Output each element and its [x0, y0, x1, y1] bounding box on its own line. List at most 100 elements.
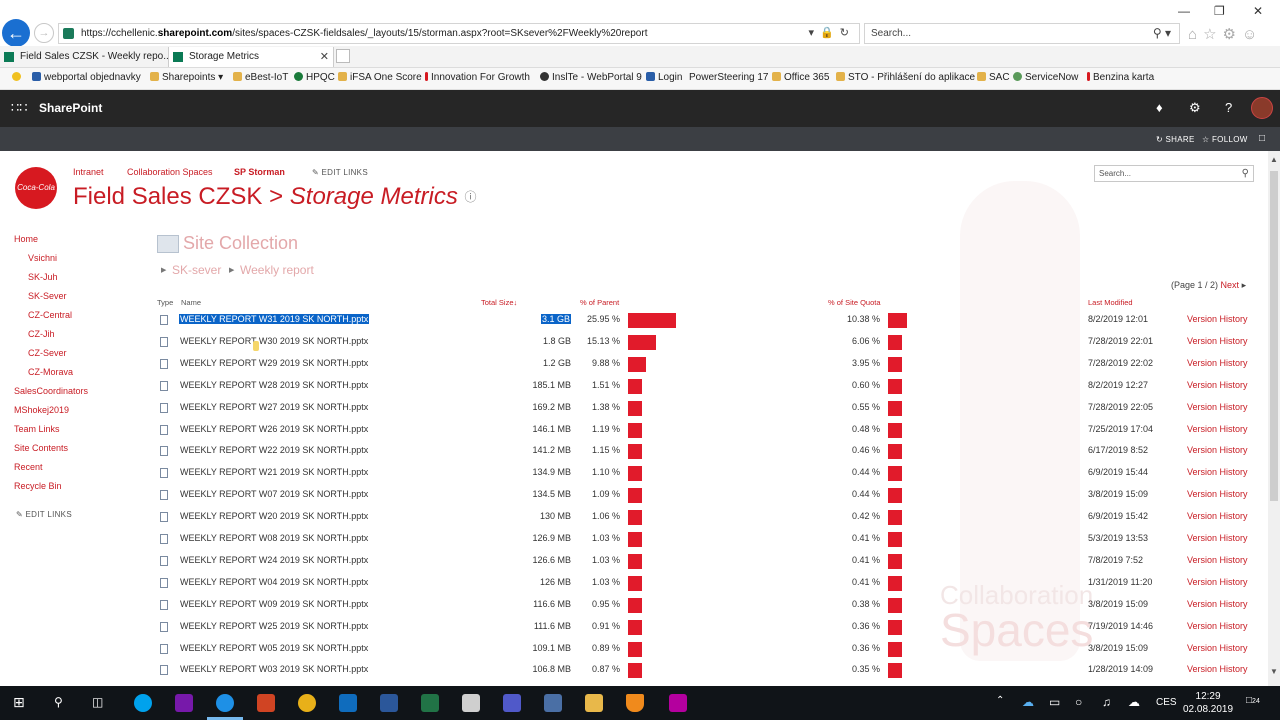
onedrive-icon[interactable]: ☁ [1022, 695, 1034, 709]
table-row[interactable]: WEEKLY REPORT W26 2019 SK NORTH.pptx 146.… [0, 420, 1268, 442]
table-row[interactable]: WEEKLY REPORT W04 2019 SK NORTH.pptx 126 … [0, 573, 1268, 595]
outlook-icon[interactable] [339, 694, 357, 712]
table-row[interactable]: WEEKLY REPORT W05 2019 SK NORTH.pptx 109.… [0, 639, 1268, 661]
table-row[interactable]: WEEKLY REPORT W28 2019 SK NORTH.pptx 185.… [0, 376, 1268, 398]
version-history-link[interactable]: Version History [1187, 555, 1248, 565]
taskbar-clock[interactable]: 12:29 02.08.2019 [1183, 690, 1233, 716]
favorite-link[interactable]: Office 365 [772, 72, 829, 83]
search-icon[interactable]: ⚲ [1242, 166, 1249, 181]
file-name[interactable]: WEEKLY REPORT W30 2019 SK NORTH.pptx [180, 336, 368, 346]
follow-button[interactable]: ☆ FOLLOW [1202, 135, 1248, 144]
table-row[interactable]: WEEKLY REPORT W29 2019 SK NORTH.pptx 1.2 … [0, 354, 1268, 376]
col-header-type[interactable]: Type [157, 298, 173, 307]
nav-sk-juh[interactable]: SK-Juh [28, 272, 58, 282]
breadcrumb-sk-sever[interactable]: SK-sever [172, 263, 221, 277]
skype-icon[interactable] [134, 694, 152, 712]
favorite-link[interactable]: HPQC [294, 72, 335, 83]
word-icon[interactable] [380, 694, 398, 712]
favorite-link[interactable]: InslTe - WebPortal 9 [540, 72, 642, 83]
version-history-link[interactable]: Version History [1187, 336, 1248, 346]
calculator-icon[interactable] [462, 694, 480, 712]
restore-icon[interactable]: ❐ [1214, 4, 1225, 18]
file-name[interactable]: WEEKLY REPORT W28 2019 SK NORTH.pptx [180, 380, 368, 390]
gear-icon[interactable]: ⚙ [1223, 26, 1242, 43]
topnav-collaboration-spaces[interactable]: Collaboration Spaces [127, 167, 213, 177]
file-name[interactable]: WEEKLY REPORT W21 2019 SK NORTH.pptx [180, 467, 368, 477]
info-icon[interactable]: ⓘ [465, 190, 477, 204]
favorite-link[interactable]: Sharepoints ▾ [150, 72, 223, 83]
version-history-link[interactable]: Version History [1187, 424, 1248, 434]
smiley-icon[interactable]: ☺ [1242, 26, 1263, 43]
breadcrumb-weekly-report[interactable]: Weekly report [240, 263, 314, 277]
back-button[interactable]: ← [2, 19, 30, 47]
favorite-link[interactable]: ServiceNow [1013, 72, 1078, 83]
version-history-link[interactable]: Version History [1187, 358, 1248, 368]
favorite-link[interactable]: Login [646, 72, 682, 83]
version-history-link[interactable]: Version History [1187, 467, 1248, 477]
file-name[interactable]: WEEKLY REPORT W04 2019 SK NORTH.pptx [180, 577, 368, 587]
share-button[interactable]: ↻ SHARE [1156, 135, 1195, 144]
site-logo[interactable]: Coca-Cola [15, 167, 57, 209]
file-explorer-icon[interactable] [585, 694, 603, 712]
input-language[interactable]: CES [1156, 697, 1177, 708]
nav-vsichni[interactable]: Vsichni [28, 253, 57, 263]
new-tab-button[interactable] [336, 49, 350, 63]
file-name[interactable]: WEEKLY REPORT W22 2019 SK NORTH.pptx [180, 445, 368, 455]
windows-start-icon[interactable]: ⊞ [13, 694, 25, 711]
table-row[interactable]: WEEKLY REPORT W30 2019 SK NORTH.pptx 1.8 … [0, 332, 1268, 354]
favorite-link[interactable]: iFSA One Score [338, 72, 422, 83]
favorite-link[interactable]: PowerSteering 17 [689, 72, 769, 83]
favorite-link[interactable]: Benzina karta [1087, 72, 1154, 83]
tray-chevron-icon[interactable]: ⌃ [996, 695, 1004, 706]
taskbar-search-icon[interactable]: ⚲ [54, 695, 63, 709]
file-name[interactable]: WEEKLY REPORT W05 2019 SK NORTH.pptx [180, 643, 368, 653]
lock-icon[interactable]: 🔒 [820, 27, 840, 39]
bell-icon[interactable]: ♦ [1156, 100, 1163, 115]
file-name[interactable]: WEEKLY REPORT W26 2019 SK NORTH.pptx [180, 424, 368, 434]
favorite-link[interactable]: STO - Přihlášení do aplikace [836, 72, 975, 83]
refresh-icon[interactable]: ↻ [840, 27, 855, 39]
teams-icon[interactable] [503, 694, 521, 712]
settings-gear-icon[interactable]: ⚙ [1189, 100, 1201, 116]
favorite-link[interactable]: Innovation For Growth [425, 72, 530, 83]
col-header-last-modified[interactable]: Last Modified [1088, 298, 1133, 307]
table-row[interactable]: WEEKLY REPORT W31 2019 SK NORTH.pptx 3.1 … [0, 310, 1268, 332]
version-history-link[interactable]: Version History [1187, 664, 1248, 674]
cloud-icon[interactable]: ☁ [1128, 695, 1140, 709]
tab-close-icon[interactable]: ✕ [320, 47, 329, 67]
table-row[interactable]: WEEKLY REPORT W27 2019 SK NORTH.pptx 169.… [0, 398, 1268, 420]
nav-sk-sever[interactable]: SK-Sever [28, 291, 67, 301]
version-history-link[interactable]: Version History [1187, 402, 1248, 412]
scroll-up-icon[interactable]: ▲ [1270, 155, 1278, 164]
task-view-icon[interactable]: ◫ [92, 695, 103, 709]
version-history-link[interactable]: Version History [1187, 511, 1248, 521]
battery-icon[interactable]: ▭ [1049, 695, 1060, 709]
col-header-pct-parent[interactable]: % of Parent [580, 298, 619, 307]
file-name[interactable]: WEEKLY REPORT W07 2019 SK NORTH.pptx [180, 489, 368, 499]
focus-icon[interactable]: □ [1259, 133, 1265, 144]
site-search-input[interactable]: Search... ⚲ [1094, 165, 1254, 182]
search-icon[interactable]: ⚲ ▾ [1153, 24, 1171, 43]
top-edit-links[interactable]: ✎ EDIT LINKS [312, 168, 368, 177]
next-arrow-icon[interactable]: ▸ [1242, 280, 1247, 290]
table-row[interactable]: WEEKLY REPORT W24 2019 SK NORTH.pptx 126.… [0, 551, 1268, 573]
save-disk-icon[interactable] [544, 694, 562, 712]
minimize-icon[interactable]: — [1178, 4, 1190, 18]
col-header-total-size[interactable]: Total Size↓ [481, 298, 517, 307]
favorites-star-icon[interactable] [12, 72, 24, 83]
topnav-sp-storman[interactable]: SP Storman [234, 167, 285, 177]
browser-search-input[interactable]: Search... ⚲ ▾ [864, 23, 1180, 44]
version-history-link[interactable]: Version History [1187, 533, 1248, 543]
help-icon[interactable]: ? [1225, 100, 1232, 115]
site-title-link[interactable]: Field Sales CZSK [73, 183, 262, 210]
wifi-icon[interactable]: ○ [1075, 695, 1082, 709]
table-row[interactable]: WEEKLY REPORT W08 2019 SK NORTH.pptx 126.… [0, 529, 1268, 551]
col-header-pct-quota[interactable]: % of Site Quota [828, 298, 881, 307]
volume-icon[interactable]: ♫ [1102, 695, 1111, 709]
chrome-icon[interactable] [298, 694, 316, 712]
version-history-link[interactable]: Version History [1187, 599, 1248, 609]
dropdown-icon[interactable]: ▾ [809, 27, 821, 39]
vlc-icon[interactable] [626, 694, 644, 712]
page-scrollbar[interactable]: ▲ ▼ [1268, 151, 1280, 686]
close-icon[interactable]: ✕ [1253, 4, 1263, 18]
